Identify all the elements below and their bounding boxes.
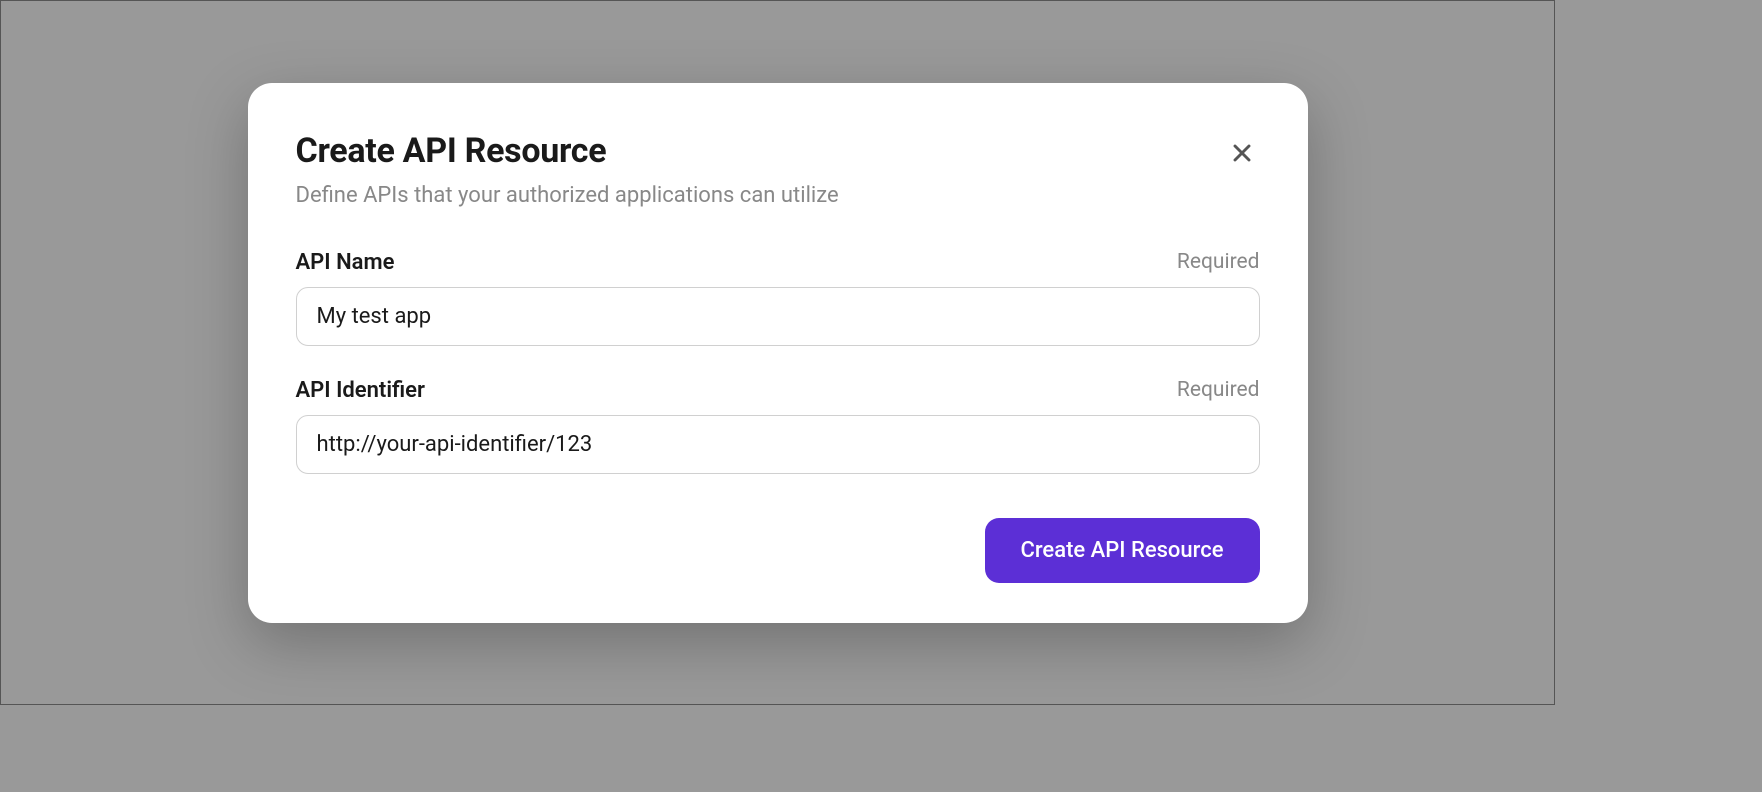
api-name-label-row: API Name Required [296,250,1260,275]
modal-subtitle: Define APIs that your authorized applica… [296,183,1224,208]
modal-header: Create API Resource Define APIs that you… [296,131,1260,208]
create-api-resource-button[interactable]: Create API Resource [985,518,1260,583]
api-identifier-input[interactable] [296,415,1260,474]
api-identifier-label-row: API Identifier Required [296,378,1260,403]
api-identifier-group: API Identifier Required [296,378,1260,474]
close-button[interactable] [1224,135,1260,171]
api-name-input[interactable] [296,287,1260,346]
dialog-backdrop: Create API Resource Define APIs that you… [0,0,1555,705]
close-icon [1228,139,1256,167]
api-identifier-required-badge: Required [1177,378,1260,402]
api-name-group: API Name Required [296,250,1260,346]
modal-title: Create API Resource [296,131,1224,171]
api-identifier-label: API Identifier [296,378,425,403]
create-api-resource-modal: Create API Resource Define APIs that you… [248,83,1308,623]
modal-footer: Create API Resource [296,518,1260,583]
api-name-required-badge: Required [1177,250,1260,274]
modal-title-group: Create API Resource Define APIs that you… [296,131,1224,208]
api-name-label: API Name [296,250,395,275]
